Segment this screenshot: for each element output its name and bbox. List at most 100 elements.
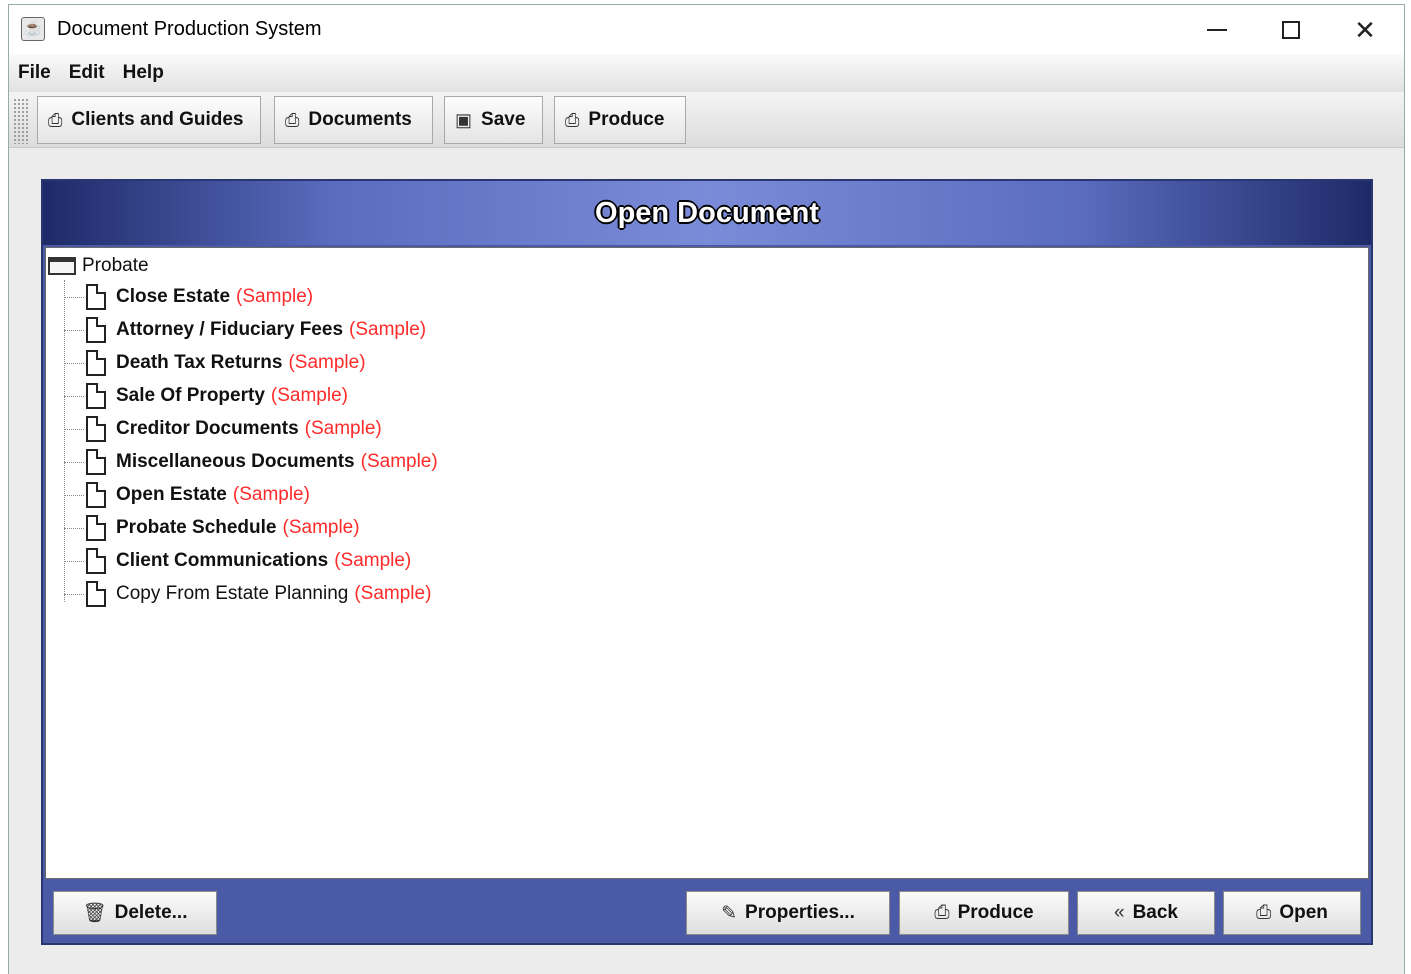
back-arrow-icon: « [1114,902,1125,923]
document-name: Attorney / Fiduciary Fees [116,319,344,340]
tree-branch [64,560,84,562]
tree-item[interactable]: Copy From Estate Planning (Sample) [64,579,431,609]
document-name: Creditor Documents [116,418,299,439]
produce-label: Produce [957,902,1034,923]
printer-icon: ⎙ [934,902,950,923]
menu-help[interactable]: Help [114,62,173,84]
java-icon: ☕ [21,17,45,41]
sample-tag: (Sample) [282,517,360,538]
sample-tag: (Sample) [288,352,366,373]
documents-button[interactable]: ⎙ Documents [274,96,433,144]
panel-header: Open Document [43,181,1371,245]
tree-branch [64,296,84,298]
tree-item[interactable]: Client Communications (Sample) [64,546,411,576]
tree-branch [64,329,84,331]
close-button[interactable]: ✕ [1329,5,1401,55]
maximize-icon [1282,21,1300,39]
main-frame: File Edit Help ⎙ Clients and Guides ⎙ Do… [8,54,1405,974]
panel-title: Open Document [595,196,819,229]
printer-icon: ⎙ [565,109,580,130]
toolbar-grip[interactable] [13,98,29,144]
properties-label: Properties... [745,902,855,923]
delete-label: Delete... [114,902,188,923]
properties-icon: ✎ [721,902,738,924]
floppy-disk-icon: ▣ [455,109,473,130]
delete-button[interactable]: 🗑 Delete... [53,891,217,935]
properties-button[interactable]: ✎ Properties... [686,891,890,935]
menu-file[interactable]: File [9,62,60,84]
document-name: Death Tax Returns [116,352,283,373]
tree-item[interactable]: Attorney / Fiduciary Fees (Sample) [64,315,426,345]
open-icon: ⎙ [1256,902,1272,923]
produce-toolbar-button[interactable]: ⎙ Produce [554,96,686,144]
sample-tag: (Sample) [349,319,427,340]
tree-branch [64,527,84,529]
minimize-icon [1207,29,1227,31]
document-name: Probate Schedule [116,517,277,538]
tree-branch [64,395,84,397]
document-name: Open Estate [116,484,227,505]
document-icon [86,449,106,475]
menu-edit[interactable]: Edit [60,62,114,84]
document-icon [86,416,106,442]
tree-item[interactable]: Probate Schedule (Sample) [64,513,360,543]
documents-label: Documents [308,109,412,130]
close-icon: ✕ [1354,14,1376,45]
clients-and-guides-button[interactable]: ⎙ Clients and Guides [37,96,261,144]
document-name: Close Estate [116,286,231,307]
clients-and-guides-label: Clients and Guides [71,109,244,130]
tree-branch [64,428,84,430]
save-button[interactable]: ▣ Save [444,96,543,144]
title-bar: ☕ Document Production System ✕ [8,4,1405,54]
document-icon [86,515,106,541]
tree-item[interactable]: Creditor Documents (Sample) [64,414,382,444]
sample-tag: (Sample) [334,550,412,571]
document-name: Client Communications [116,550,329,571]
document-icon [86,317,106,343]
sample-tag: (Sample) [236,286,314,307]
document-icon [86,482,106,508]
minimize-button[interactable] [1181,5,1253,55]
tree-branch [64,461,84,463]
tree-item[interactable]: Death Tax Returns (Sample) [64,348,366,378]
sample-tag: (Sample) [232,484,310,505]
tree-item[interactable]: Close Estate (Sample) [64,282,313,312]
tree-item[interactable]: Miscellaneous Documents (Sample) [64,447,438,477]
save-label: Save [481,109,526,130]
sample-tag: (Sample) [354,583,432,604]
open-button[interactable]: ⎙ Open [1223,891,1361,935]
document-icon [86,548,106,574]
document-icon [86,350,106,376]
document-name: Copy From Estate Planning [116,583,349,604]
open-label: Open [1279,902,1328,923]
folder-icon [48,257,76,275]
maximize-button[interactable] [1255,5,1327,55]
back-label: Back [1132,902,1178,923]
tree-branch [64,593,84,595]
sample-tag: (Sample) [270,385,348,406]
sample-tag: (Sample) [360,451,438,472]
documents-icon: ⎙ [285,109,300,130]
sample-tag: (Sample) [304,418,382,439]
trash-icon: 🗑 [82,903,107,924]
clients-icon: ⎙ [48,109,63,130]
tree-branch [64,494,84,496]
open-document-panel: Open Document Probate Close Estate (Samp… [41,179,1373,945]
window-title: Document Production System [57,18,322,40]
document-tree: Probate Close Estate (Sample) Attorney /… [45,247,1369,879]
toolbar: ⎙ Clients and Guides ⎙ Documents ▣ Save … [9,92,1404,148]
document-name: Miscellaneous Documents [116,451,355,472]
tree-item[interactable]: Open Estate (Sample) [64,480,310,510]
document-icon [86,383,106,409]
document-name: Sale Of Property [116,385,265,406]
back-button[interactable]: « Back [1077,891,1215,935]
tree-root-label: Probate [82,255,149,276]
produce-toolbar-label: Produce [588,109,665,130]
produce-button[interactable]: ⎙ Produce [899,891,1069,935]
tree-root-probate[interactable]: Probate [48,254,149,278]
document-icon [86,581,106,607]
tree-branch [64,362,84,364]
document-icon [86,284,106,310]
menu-bar: File Edit Help [9,54,1404,92]
tree-item[interactable]: Sale Of Property (Sample) [64,381,348,411]
